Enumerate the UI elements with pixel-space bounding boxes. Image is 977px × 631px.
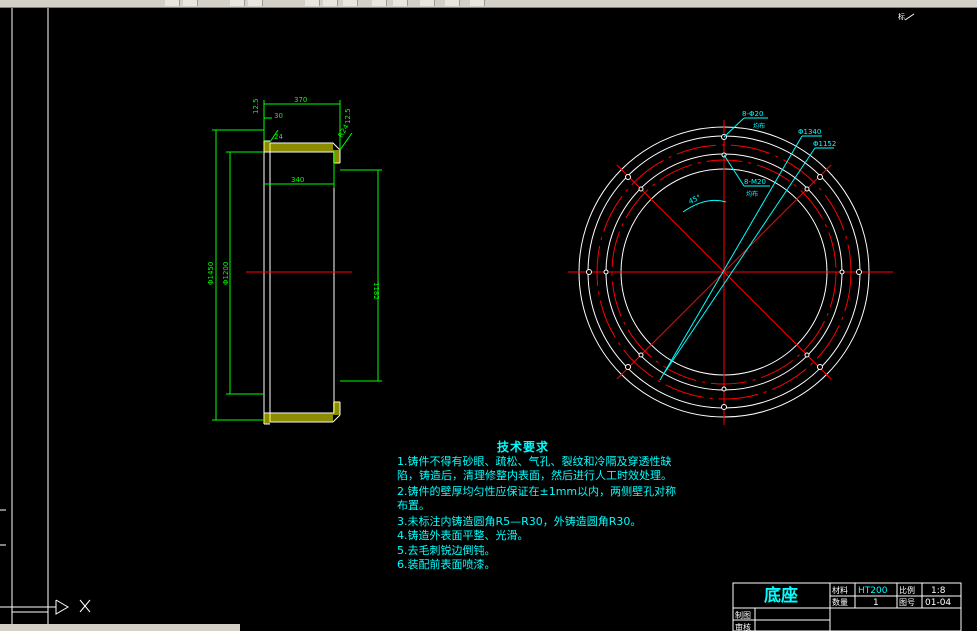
dim-outer-diameter: Φ1450 <box>207 262 215 285</box>
quantity-value: 1 <box>873 598 879 608</box>
hole-top-label: 8-Φ20 <box>742 110 763 118</box>
scale-value: 1:8 <box>931 586 946 596</box>
drawing-number-value: 01-04 <box>925 598 951 608</box>
pan-icon[interactable] <box>393 0 408 6</box>
dim-width: 370 <box>294 96 307 104</box>
hole-top-sublabel: 均布 <box>753 122 765 130</box>
tech-line-7: 5.去毛刺锐边倒钝。 <box>397 544 496 557</box>
scale-label: 比例 <box>899 585 915 595</box>
tech-requirements-title: 技术要求 <box>497 440 550 454</box>
check-label: 审核 <box>735 622 751 631</box>
copy-icon[interactable] <box>305 0 320 6</box>
tech-line-6: 4.铸造外表面平整、光滑。 <box>397 529 529 542</box>
hole-mid-sublabel: 均布 <box>746 190 758 198</box>
tech-line-4: 布置。 <box>397 499 430 512</box>
dim-125-right: 12.5 <box>344 108 352 124</box>
print-icon[interactable] <box>230 0 245 6</box>
material-label: 材料 <box>832 585 848 595</box>
left-edge-marks <box>0 509 6 546</box>
tech-line-3: 2.铸件的壁厚均匀性应保证在±1mm以内，两侧壁孔对称 <box>397 485 677 498</box>
diameter-1152-label: Φ1152 <box>813 140 836 148</box>
part-name: 底座 <box>764 585 798 606</box>
dim-right-height: 1182 <box>372 282 380 300</box>
cut-icon[interactable] <box>248 0 263 6</box>
drawing-number-label: 图号 <box>899 598 915 607</box>
angle-label: 45° <box>687 193 702 206</box>
dim-24: 24 <box>274 133 283 141</box>
tech-line-2: 陷，铸造后，清理修整内表面，然后进行人工时效处理。 <box>397 469 672 482</box>
undo-icon[interactable] <box>343 0 358 6</box>
redo-icon[interactable] <box>372 0 387 6</box>
paste-icon[interactable] <box>323 0 338 6</box>
zoom-icon[interactable] <box>420 0 435 6</box>
layer-icon[interactable] <box>445 0 460 6</box>
cad-toolbar <box>0 0 977 8</box>
drawing-canvas[interactable]: 370 340 30 24 R24 12.5 12.5 Φ1450 Φ1200 … <box>0 8 977 631</box>
tech-line-8: 6.装配前表面喷漆。 <box>397 558 496 571</box>
made-by-label: 制图 <box>735 610 751 620</box>
hatch-bottom-wall <box>270 413 333 422</box>
open-icon[interactable] <box>165 0 180 6</box>
diameter-1340-label: Φ1340 <box>798 128 821 136</box>
status-bar <box>0 624 240 631</box>
front-view: 8-Φ20 均布 8-M20 均布 Φ1340 Φ1152 45° <box>568 110 893 425</box>
tech-line-1: 1.铸件不得有砂眼、疏松、气孔、裂纹和冷隔及穿透性缺 <box>397 455 672 468</box>
dim-inner-width: 340 <box>291 176 304 184</box>
dim-inner-diameter: Φ1200 <box>222 262 230 285</box>
side-view: 370 340 30 24 R24 12.5 12.5 Φ1450 Φ1200 … <box>207 96 382 425</box>
dim-30: 30 <box>274 112 283 120</box>
corner-label: 标 <box>898 12 905 21</box>
dim-125-left: 12.5 <box>252 98 260 114</box>
hatch-bottom-lip <box>333 402 340 415</box>
dim-r24: R24 <box>337 123 351 139</box>
properties-icon[interactable] <box>470 0 485 6</box>
hatch-bottom-flange <box>264 413 270 424</box>
hatch-top-wall <box>270 143 333 152</box>
hole-mid-label: 8-M20 <box>744 178 766 186</box>
hatch-top-flange <box>264 141 270 152</box>
save-icon[interactable] <box>183 0 198 6</box>
corner-mark <box>904 13 915 21</box>
material-value: HT200 <box>858 586 888 596</box>
tech-line-5: 3.未标注内铸造圆角R5—R30，外铸造圆角R30。 <box>397 515 642 528</box>
quantity-label: 数量 <box>832 597 848 607</box>
